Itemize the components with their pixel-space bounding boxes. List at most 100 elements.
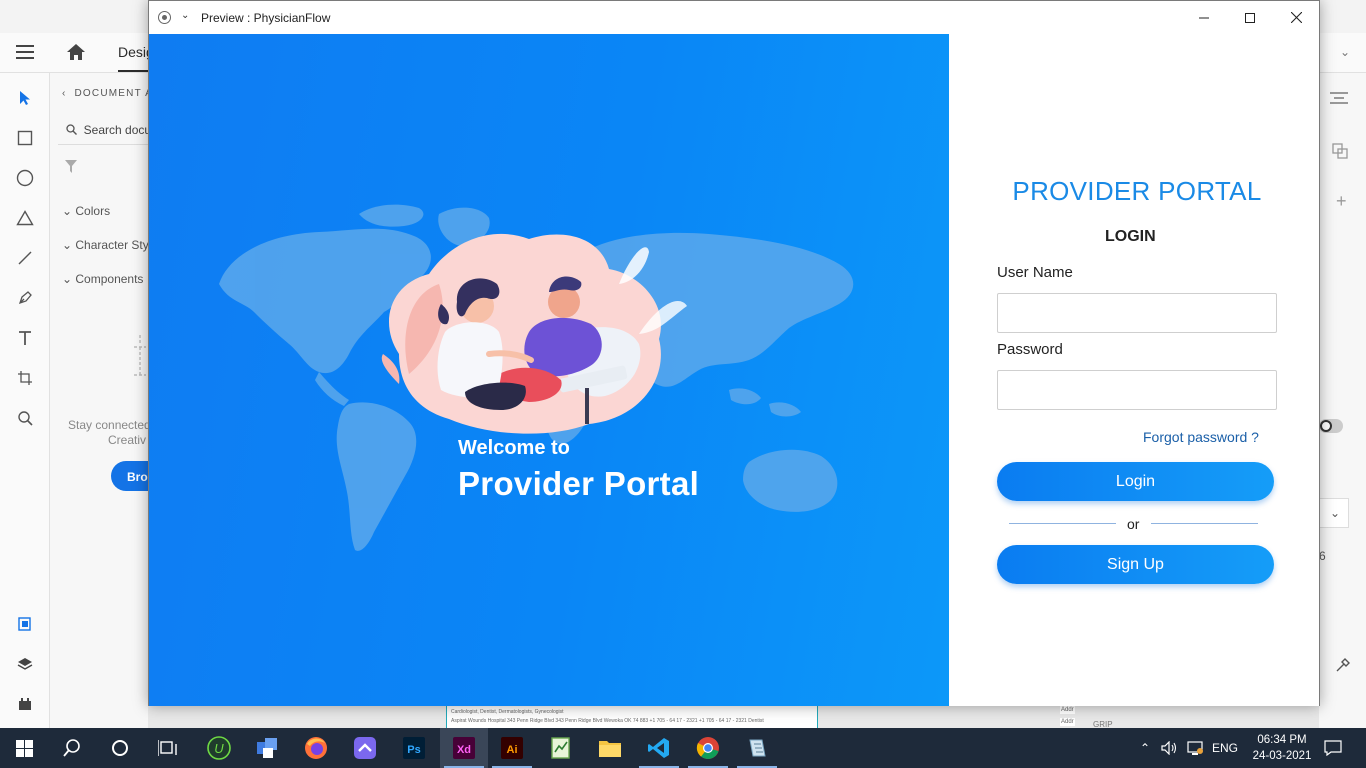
search-icon [66,123,77,137]
notifications-icon[interactable] [1324,728,1342,768]
document-assets-header[interactable]: ‹ DOCUMENT A [62,88,153,99]
section-label: Character Styl [75,238,152,252]
canvas-label: Addr [1060,718,1075,726]
photoshop-app-icon[interactable]: Ps [390,728,438,768]
line-tool-icon[interactable] [14,247,36,269]
align-icon[interactable] [1330,91,1348,107]
login-panel: PROVIDER PORTAL LOGIN User Name Password… [949,34,1319,706]
vscode-app-icon[interactable] [635,728,683,768]
minimize-button[interactable] [1181,1,1227,34]
eyedropper-icon[interactable] [1335,657,1351,676]
language-indicator[interactable]: ENG [1212,728,1238,768]
layers-panel-icon[interactable] [14,653,36,675]
section-components[interactable]: ⌄ Components [62,272,143,286]
repeat-grid-icon[interactable] [1332,143,1348,162]
text-tool-icon[interactable] [14,327,36,349]
add-icon[interactable]: + [1336,191,1347,212]
username-label: User Name [997,264,1073,281]
login-heading: LOGIN [1105,228,1156,245]
show-hidden-icons-icon[interactable]: ⌃ [1140,728,1150,768]
forgot-password-link[interactable]: Forgot password ? [1143,429,1259,445]
login-button[interactable]: Login [997,462,1274,501]
windows-tool-app-icon[interactable] [243,728,291,768]
ellipse-tool-icon[interactable] [14,167,36,189]
svg-text:Xd: Xd [457,744,471,756]
file-explorer-icon[interactable] [586,728,634,768]
svg-text:Ai: Ai [507,744,518,756]
polygon-tool-icon[interactable] [14,207,36,229]
artboard-text: Aspirat Wounds Hospital 343 Penn Ridge B… [451,718,764,724]
hamburger-menu-icon[interactable] [16,44,34,60]
signup-button[interactable]: Sign Up [997,545,1274,584]
welcome-text: Welcome to [458,437,570,459]
window-title-bar[interactable]: ⌄ Preview : PhysicianFlow [149,1,1319,34]
stay-connected-text: Stay connected [68,418,151,432]
creative-text: Creativ [108,433,147,447]
close-button[interactable] [1273,1,1319,34]
svg-text:U: U [214,741,224,756]
pen-tool-icon[interactable] [14,287,36,309]
preview-window: ⌄ Preview : PhysicianFlow Welcome to Pro… [148,0,1320,706]
zoom-tool-icon[interactable] [14,407,36,429]
artboard-text: Cardiologist, Dentist, Dermatologists, G… [451,709,564,715]
password-label: Password [997,341,1063,358]
clock-date: 24-03-2021 [1252,750,1312,762]
rectangle-tool-icon[interactable] [14,127,36,149]
artboard-tool-icon[interactable] [14,367,36,389]
chrome-app-icon[interactable] [684,728,732,768]
canvas-label: Addr [1060,706,1075,714]
home-icon[interactable] [64,41,88,63]
filter-icon[interactable] [65,160,77,178]
record-icon[interactable] [158,11,171,24]
window-title: Preview : PhysicianFlow [201,11,331,25]
hero-portal-title: Provider Portal [458,465,700,502]
artboard-preview: Cardiologist, Dentist, Dermatologists, G… [446,706,818,728]
numeric-value[interactable]: 6 [1319,549,1326,563]
toggle-switch[interactable] [1319,419,1343,433]
divider-line [1009,523,1116,524]
chevron-down-icon[interactable]: ⌄ [1340,45,1350,59]
plugins-panel-icon[interactable] [14,693,36,715]
editor-app-icon[interactable] [733,728,781,768]
canvas-background: Cardiologist, Dentist, Dermatologists, G… [148,706,1319,729]
firefox-app-icon[interactable] [292,728,340,768]
adobe-xd-app-icon[interactable]: Xd [440,728,488,768]
document-assets-label: DOCUMENT A [74,88,153,99]
search-underline [58,144,148,145]
task-view-icon[interactable] [144,728,192,768]
property-inspector-panel: + ⌄ 6 [1319,73,1366,728]
start-button[interactable] [0,728,48,768]
search-icon[interactable] [48,728,96,768]
document-assets-panel: ‹ DOCUMENT A Search docu ⌄ Colors ⌄ Char… [50,73,171,728]
svg-text:Ps: Ps [407,744,420,756]
assets-panel-icon[interactable] [14,613,36,635]
cortana-icon[interactable] [96,728,144,768]
windows-taskbar: U Ps Xd Ai ⌃ ENG 06:34 PM 24-03-2021 [0,728,1366,768]
portal-title: PROVIDER PORTAL [1012,176,1262,206]
select-tool-icon[interactable] [14,87,36,109]
section-label: Colors [75,204,111,218]
assets-search[interactable]: Search docu [66,123,151,137]
notepad-app-icon[interactable] [537,728,585,768]
xd-tool-bar [0,73,50,728]
clickup-app-icon[interactable] [341,728,389,768]
divider-line [1151,523,1258,524]
password-input[interactable] [997,370,1277,410]
illustrator-app-icon[interactable]: Ai [488,728,536,768]
username-input[interactable] [997,293,1277,333]
network-icon[interactable] [1186,728,1204,768]
system-clock[interactable]: 06:34 PM 24-03-2021 [1244,732,1320,764]
section-label: Components [75,272,144,286]
windows-logo-icon [15,739,33,757]
search-placeholder: Search docu [83,123,152,137]
or-text: or [1127,516,1140,532]
dropdown-field[interactable]: ⌄ [1319,498,1349,528]
upwork-app-icon[interactable]: U [195,728,243,768]
chevron-down-icon[interactable]: ⌄ [181,10,189,21]
speaker-icon[interactable] [1161,728,1179,768]
section-colors[interactable]: ⌄ Colors [62,204,110,218]
doctor-patient-illustration [381,233,687,434]
maximize-button[interactable] [1227,1,1273,34]
section-character-styles[interactable]: ⌄ Character Styl [62,238,151,252]
clock-time: 06:34 PM [1257,734,1307,746]
